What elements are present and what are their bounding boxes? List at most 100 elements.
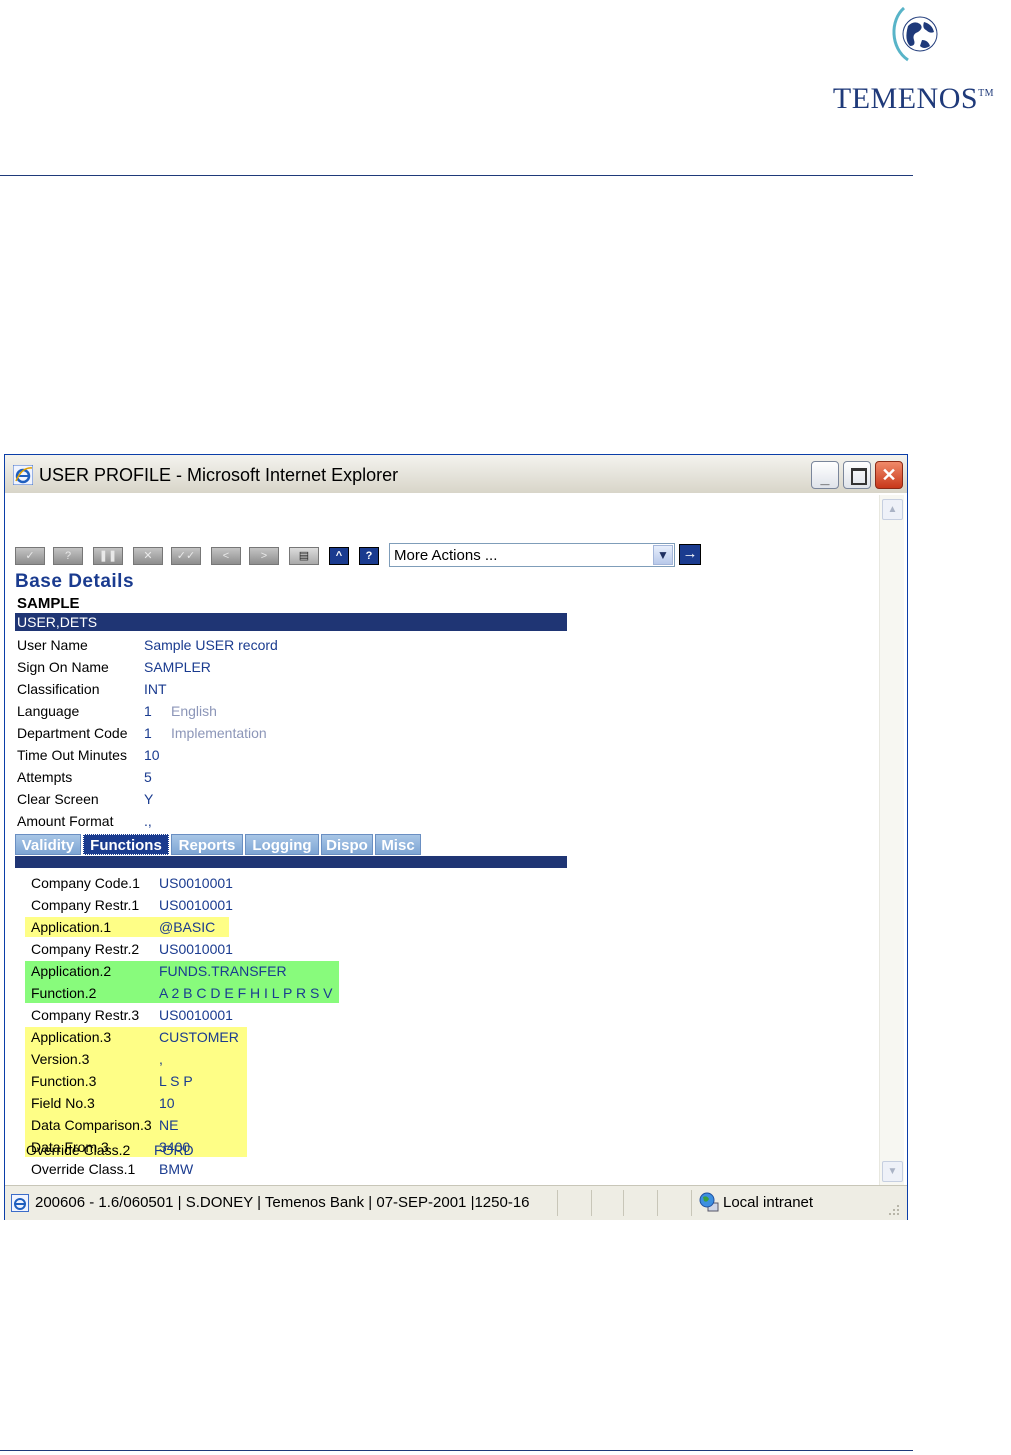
- function-label: Override Class.2: [26, 1142, 131, 1158]
- chevron-up-icon: ^: [335, 550, 343, 562]
- function-label: Application.1: [31, 919, 112, 935]
- page-content: ✓ ? ❚❚ ✕ ✓✓ < > ▤ ^ ? More Actions ... ▼…: [9, 495, 879, 1185]
- page-icon: [11, 1194, 29, 1212]
- help-button[interactable]: ?: [359, 547, 379, 565]
- question-icon: ?: [365, 550, 373, 562]
- pause-icon: ❚❚: [98, 550, 118, 562]
- maximize-icon: [851, 468, 867, 485]
- field-value[interactable]: INT: [144, 681, 167, 697]
- field-value[interactable]: Sample USER record: [144, 637, 278, 653]
- function-value[interactable]: CUSTOMER: [159, 1029, 239, 1045]
- trademark-mark: TM: [978, 88, 995, 99]
- expand-button[interactable]: ^: [329, 547, 349, 565]
- status-divider: [691, 1190, 692, 1216]
- intranet-globe-icon: [699, 1192, 719, 1212]
- hold-button[interactable]: ❚❚: [93, 547, 123, 565]
- footer-rule: [0, 1450, 913, 1451]
- function-value[interactable]: FORD: [154, 1142, 194, 1158]
- function-value[interactable]: BMW: [159, 1161, 193, 1177]
- tab-validity[interactable]: Validity: [15, 834, 81, 855]
- field-value[interactable]: 1: [144, 725, 152, 741]
- function-value[interactable]: @BASIC: [159, 919, 215, 935]
- function-value[interactable]: US0010001: [159, 941, 233, 957]
- function-label: Application.3: [31, 1029, 112, 1045]
- tab-functions[interactable]: Functions: [83, 834, 169, 855]
- scroll-up-icon[interactable]: ▲: [882, 499, 903, 520]
- status-divider: [657, 1190, 658, 1216]
- function-label: Function.3: [31, 1073, 97, 1089]
- status-bar: 200606 - 1.6/060501 | S.DONEY | Temenos …: [5, 1185, 907, 1220]
- status-text: 200606 - 1.6/060501 | S.DONEY | Temenos …: [35, 1194, 530, 1211]
- field-enrichment: Implementation: [171, 725, 267, 741]
- tab-reports[interactable]: Reports: [171, 834, 243, 855]
- title-bar[interactable]: USER PROFILE - Microsoft Internet Explor…: [5, 455, 907, 493]
- field-value[interactable]: .,: [144, 813, 152, 829]
- function-label: Company Restr.1: [31, 897, 140, 913]
- arrow-left-icon: <: [222, 550, 230, 562]
- field-label: User Name: [17, 637, 88, 653]
- field-label: Language: [17, 703, 80, 719]
- function-value[interactable]: US0010001: [159, 1007, 233, 1023]
- go-button[interactable]: →: [679, 544, 701, 565]
- more-actions-value: More Actions ...: [394, 547, 498, 564]
- scroll-down-icon[interactable]: ▼: [882, 1161, 903, 1182]
- close-button[interactable]: ✕: [875, 461, 903, 489]
- highlight-yellow: [25, 1027, 247, 1157]
- ie-window: USER PROFILE - Microsoft Internet Explor…: [4, 454, 908, 1220]
- validate-button[interactable]: ✓: [15, 547, 45, 565]
- function-value[interactable]: FUNDS.TRANSFER: [159, 963, 287, 979]
- function-value[interactable]: A 2 B C D E F H I L P R S V: [159, 985, 333, 1001]
- security-zone: Local intranet: [723, 1194, 814, 1211]
- tab-misc[interactable]: Misc: [375, 834, 421, 855]
- version-header-bar: USER,DETS: [15, 613, 567, 631]
- field-label: Time Out Minutes: [17, 747, 127, 763]
- tab-dispo[interactable]: Dispo: [321, 834, 373, 855]
- minimize-button[interactable]: _: [811, 461, 839, 489]
- previous-button[interactable]: <: [211, 547, 241, 565]
- status-divider: [557, 1190, 558, 1216]
- internet-explorer-icon: [13, 465, 33, 485]
- field-label: Clear Screen: [17, 791, 99, 807]
- print-button[interactable]: ▤: [289, 547, 319, 565]
- function-value[interactable]: L S P: [159, 1073, 193, 1089]
- field-value[interactable]: 1: [144, 703, 152, 719]
- next-button[interactable]: >: [249, 547, 279, 565]
- function-value[interactable]: US0010001: [159, 897, 233, 913]
- tab-underline-bar: [15, 856, 567, 868]
- field-value[interactable]: SAMPLER: [144, 659, 211, 675]
- header-rule: [0, 175, 913, 176]
- double-check-icon: ✓✓: [176, 550, 196, 562]
- function-value[interactable]: US0010001: [159, 875, 233, 891]
- resize-grip-icon[interactable]: [887, 1203, 901, 1217]
- function-label: Company Restr.3: [31, 1007, 140, 1023]
- more-actions-select[interactable]: More Actions ... ▼: [389, 543, 675, 567]
- check-icon: ✓: [25, 550, 35, 562]
- status-divider: [591, 1190, 592, 1216]
- function-value[interactable]: ,: [159, 1051, 163, 1067]
- maximize-button[interactable]: [843, 461, 871, 489]
- function-label: Function.2: [31, 985, 97, 1001]
- field-value[interactable]: 5: [144, 769, 152, 785]
- function-label: Company Restr.2: [31, 941, 140, 957]
- function-label: Override Class.1: [31, 1161, 136, 1177]
- function-value[interactable]: NE: [159, 1117, 178, 1133]
- field-value[interactable]: 10: [144, 747, 160, 763]
- authorise-button[interactable]: ✓✓: [171, 547, 201, 565]
- delete-button[interactable]: ✕: [133, 547, 163, 565]
- function-label: Company Code.1: [31, 875, 140, 891]
- window-title: USER PROFILE - Microsoft Internet Explor…: [39, 465, 399, 485]
- chevron-down-icon[interactable]: ▼: [653, 545, 673, 565]
- tab-logging[interactable]: Logging: [245, 834, 319, 855]
- field-label: Amount Format: [17, 813, 114, 829]
- function-label: Version.3: [31, 1051, 90, 1067]
- printer-icon: ▤: [298, 550, 310, 562]
- status-divider: [623, 1190, 624, 1216]
- vertical-scrollbar[interactable]: ▲ ▼: [879, 495, 904, 1185]
- function-label: Field No.3: [31, 1095, 95, 1111]
- function-label: Data Comparison.3: [31, 1117, 152, 1133]
- close-icon: ✕: [881, 465, 897, 485]
- function-label: Application.2: [31, 963, 112, 979]
- help-doc-button[interactable]: ?: [53, 547, 83, 565]
- field-value[interactable]: Y: [144, 791, 153, 807]
- function-value[interactable]: 10: [159, 1095, 175, 1111]
